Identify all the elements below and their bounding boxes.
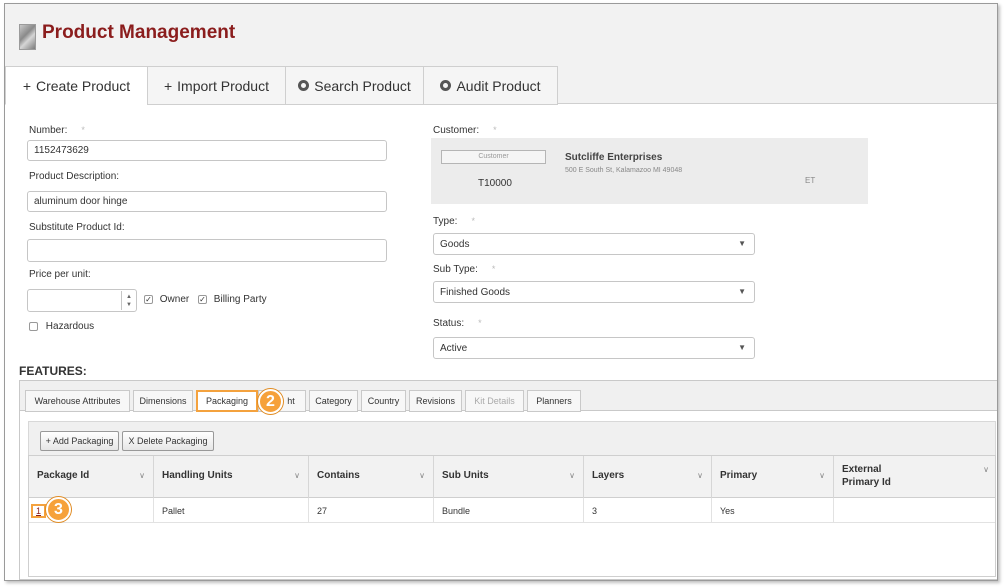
customer-address: 500 E South St, Kalamazoo MI 49048	[565, 167, 683, 174]
delete-packaging-button[interactable]: X Delete Packaging	[122, 431, 214, 451]
subtype-label: Sub Type: *	[433, 264, 496, 275]
plus-icon: +	[163, 77, 173, 94]
tab-label: Audit Product	[456, 77, 541, 94]
tab-label: Search Product	[314, 77, 411, 94]
col-layers[interactable]: Layers ∨	[584, 456, 712, 498]
cell-sub-units: Bundle	[434, 498, 584, 523]
tab-planners[interactable]: Planners	[527, 390, 581, 412]
cell-layers: 3	[584, 498, 712, 523]
hazardous-checkbox[interactable]	[29, 321, 38, 331]
add-packaging-button[interactable]: + Add Packaging	[40, 431, 119, 451]
required-mark: *	[81, 125, 85, 135]
features-heading: FEATURES:	[19, 364, 87, 378]
chevron-down-icon: ∨	[697, 471, 703, 480]
tab-import-product[interactable]: + Import Product	[147, 66, 286, 105]
tab-revisions[interactable]: Revisions	[409, 390, 462, 412]
tab-packaging[interactable]: Packaging	[196, 390, 258, 412]
owner-option[interactable]: ✓ Owner ✓ Billing Party	[144, 294, 267, 305]
chevron-down-icon: ∨	[139, 471, 145, 480]
required-mark: *	[471, 216, 475, 226]
packaging-grid: Package Id ∨ Handling Units ∨ Contains ∨ Su…	[28, 455, 996, 577]
type-select[interactable]: Goods ▼	[433, 233, 755, 255]
required-mark: *	[493, 125, 497, 135]
tab-warehouse-attributes[interactable]: Warehouse Attributes	[25, 390, 130, 412]
plus-icon: +	[22, 77, 31, 94]
status-select[interactable]: Active ▼	[433, 337, 755, 359]
owner-checkbox[interactable]: ✓	[144, 294, 153, 304]
customer-timezone: ET	[805, 176, 816, 185]
main-tabs: + Create Product + Import Product Search…	[5, 62, 997, 105]
app-header: Product Management	[5, 4, 997, 62]
price-label: Price per unit:	[29, 269, 91, 280]
number-field[interactable]: 1152473629	[27, 140, 387, 161]
tab-kit-details: Kit Details	[465, 390, 524, 412]
product-logo-icon	[19, 24, 36, 50]
customer-name: Sutcliffe Enterprises	[565, 152, 663, 163]
step-badge-2: 2	[258, 389, 283, 414]
chevron-down-icon: ∨	[819, 471, 825, 480]
tab-dimensions[interactable]: Dimensions	[133, 390, 193, 412]
cell-contains: 27	[309, 498, 434, 523]
substitute-field[interactable]	[27, 239, 387, 262]
chevron-down-icon: ▼	[738, 287, 746, 296]
description-field[interactable]: aluminum door hinge	[27, 191, 387, 212]
tab-category[interactable]: Category	[309, 390, 358, 412]
price-stepper[interactable]: ▲ ▼	[121, 291, 136, 310]
col-sub-units[interactable]: Sub Units ∨	[434, 456, 584, 498]
col-contains[interactable]: Contains ∨	[309, 456, 434, 498]
chevron-down-icon: ▼	[738, 239, 746, 248]
table-row[interactable]: 1 Pallet 27 Bundle 3 Yes	[29, 498, 995, 523]
hazardous-option[interactable]: Hazardous	[29, 321, 94, 332]
page-title: Product Management	[42, 22, 236, 43]
tab-audit-product[interactable]: Audit Product	[423, 66, 558, 105]
customer-panel: Customer T10000 Sutcliffe Enterprises 50…	[431, 138, 868, 204]
tab-search-product[interactable]: Search Product	[285, 66, 424, 105]
col-handling-units[interactable]: Handling Units ∨	[154, 456, 309, 498]
grid-header: Package Id ∨ Handling Units ∨ Contains ∨ Su…	[29, 456, 995, 498]
col-package-id[interactable]: Package Id ∨	[29, 456, 154, 498]
chevron-down-icon: ∨	[419, 471, 425, 480]
substitute-label: Substitute Product Id:	[29, 222, 125, 233]
col-primary[interactable]: Primary ∨	[712, 456, 834, 498]
step-badge-3: 3	[46, 497, 71, 522]
package-id-link[interactable]: 1	[31, 504, 47, 518]
chevron-down-icon: ▼	[738, 343, 746, 352]
number-label: Number: *	[29, 125, 85, 136]
subtype-select[interactable]: Finished Goods ▼	[433, 281, 755, 303]
tab-label: Import Product	[177, 77, 269, 94]
chevron-down-icon: ∨	[294, 471, 300, 480]
col-external-primary-id[interactable]: External Primary Id ∨	[834, 456, 997, 498]
cell-handling-units: Pallet	[154, 498, 309, 523]
tab-label: Create Product	[36, 77, 131, 94]
chevron-down-icon: ∨	[983, 465, 989, 474]
type-label: Type: *	[433, 216, 475, 227]
required-mark: *	[478, 318, 482, 328]
billing-checkbox[interactable]: ✓	[198, 294, 208, 304]
tab-create-product[interactable]: + Create Product	[5, 66, 148, 105]
status-label: Status: *	[433, 318, 482, 329]
customer-code: T10000	[478, 178, 512, 189]
customer-button[interactable]: Customer	[441, 150, 546, 164]
features-panel: Warehouse Attributes Dimensions Packagin…	[19, 380, 997, 580]
features-tabs: Warehouse Attributes Dimensions Packagin…	[20, 381, 997, 412]
packaging-toolbar: + Add Packaging X Delete Packaging	[28, 421, 996, 455]
tab-country[interactable]: Country	[361, 390, 406, 412]
cell-primary: Yes	[712, 498, 834, 523]
radio-icon	[440, 80, 452, 91]
required-mark: *	[491, 264, 496, 274]
cell-external-primary-id	[834, 498, 997, 523]
description-label: Product Description:	[29, 171, 120, 182]
chevron-down-icon: ∨	[569, 471, 575, 480]
radio-icon	[298, 80, 310, 91]
app-window: Product Management + Create Product + Im…	[4, 3, 998, 581]
customer-label: Customer: *	[433, 125, 497, 136]
